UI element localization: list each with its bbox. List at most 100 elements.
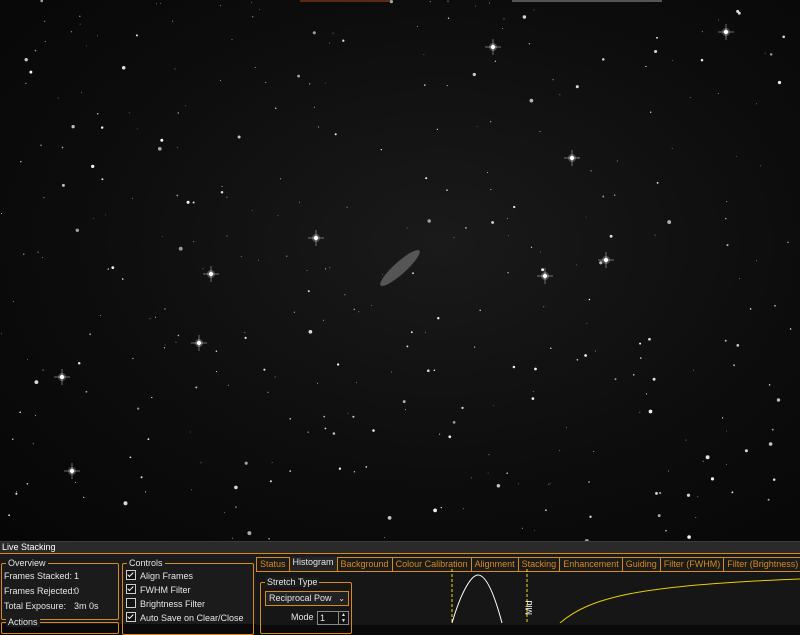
star: [121, 66, 126, 70]
star: [521, 527, 523, 529]
star: [11, 438, 14, 440]
star: [177, 334, 180, 337]
star: [472, 72, 476, 77]
star: [338, 467, 342, 470]
star: [155, 316, 156, 318]
star: [389, 0, 394, 4]
star: [513, 205, 516, 209]
star: [489, 120, 492, 123]
star: [353, 308, 356, 311]
checkbox-box[interactable]: [126, 584, 136, 594]
star: [323, 415, 326, 418]
star: [12, 300, 14, 302]
chevron-down-icon: ⌄: [338, 594, 345, 603]
star: [318, 126, 320, 128]
star: [43, 197, 45, 199]
histogram-curve: [451, 574, 503, 623]
star: [178, 246, 183, 251]
auto-save-checkbox[interactable]: Auto Save on Clear/Close: [126, 612, 244, 624]
star: [489, 2, 490, 4]
frames-rejected-row: Frames Rejected: 0: [4, 586, 79, 597]
star: [602, 195, 605, 198]
total-exposure-row: Total Exposure: 3m 0s: [4, 601, 99, 612]
checkbox-box[interactable]: [126, 598, 136, 608]
star: [686, 493, 691, 497]
star: [736, 344, 740, 347]
fwhm-filter-checkbox[interactable]: FWHM Filter: [126, 584, 191, 596]
star: [404, 409, 406, 411]
align-frames-checkbox[interactable]: Align Frames: [126, 570, 193, 582]
frames-stacked-value: 1: [74, 571, 80, 581]
star: [593, 450, 595, 452]
star: [121, 278, 124, 280]
tab-status[interactable]: Status: [256, 557, 290, 571]
star: [656, 36, 658, 39]
star: [192, 201, 195, 204]
star: [760, 165, 762, 167]
stepper-down-icon[interactable]: ▼: [339, 618, 348, 624]
star: [725, 463, 727, 465]
star: [358, 311, 360, 313]
star: [215, 350, 218, 352]
star: [726, 244, 729, 247]
star: [733, 364, 736, 367]
star: [329, 42, 331, 44]
star: [332, 432, 336, 435]
star: [632, 374, 635, 376]
tab-background[interactable]: Background: [336, 557, 393, 571]
star: [274, 107, 277, 110]
checkbox-box[interactable]: [126, 570, 136, 580]
star: [293, 311, 296, 313]
checkbox-label: Align Frames: [140, 571, 194, 581]
star: [75, 228, 80, 233]
star: [70, 31, 73, 33]
star: [240, 255, 242, 257]
star: [145, 491, 147, 493]
star: [306, 269, 308, 271]
controls-group-label: Controls: [127, 558, 165, 568]
star: [672, 59, 673, 61]
star: [764, 52, 766, 54]
star: [652, 377, 656, 381]
star: [512, 365, 516, 369]
star: [446, 85, 448, 87]
star: [286, 255, 288, 257]
star: [219, 5, 221, 7]
star: [268, 538, 270, 540]
star: [440, 506, 442, 509]
total-exposure-value: 3m 0s: [74, 601, 99, 611]
star: [79, 15, 81, 18]
star: [344, 294, 346, 296]
stepper-arrows[interactable]: ▲ ▼: [338, 612, 348, 624]
stretch-type-dropdown[interactable]: Reciprocal Pow ⌄: [265, 591, 349, 606]
star: [175, 341, 177, 343]
star: [325, 82, 326, 84]
brightness-filter-checkbox[interactable]: Brightness Filter: [126, 598, 205, 610]
bright-star: [64, 463, 80, 479]
star: [355, 382, 357, 384]
star: [530, 246, 533, 248]
checkbox-box[interactable]: [126, 612, 136, 622]
star: [161, 236, 163, 238]
star: [26, 483, 29, 485]
star: [163, 347, 165, 349]
star: [528, 43, 531, 45]
star: [550, 347, 552, 350]
star: [35, 415, 36, 417]
star: [616, 160, 618, 162]
star: [559, 94, 561, 96]
histogram-plot[interactable]: Mid: [440, 569, 800, 623]
star: [191, 489, 193, 491]
star: [111, 266, 115, 270]
star: [147, 438, 150, 441]
star: [353, 471, 356, 473]
mid-label: Mid: [524, 600, 534, 615]
star: [665, 529, 667, 532]
tab-histogram[interactable]: Histogram: [288, 557, 338, 571]
stacked-image-view[interactable]: [0, 0, 800, 541]
star: [382, 274, 384, 276]
star: [77, 361, 81, 365]
star: [777, 80, 782, 85]
star: [503, 18, 505, 20]
star: [427, 219, 431, 223]
